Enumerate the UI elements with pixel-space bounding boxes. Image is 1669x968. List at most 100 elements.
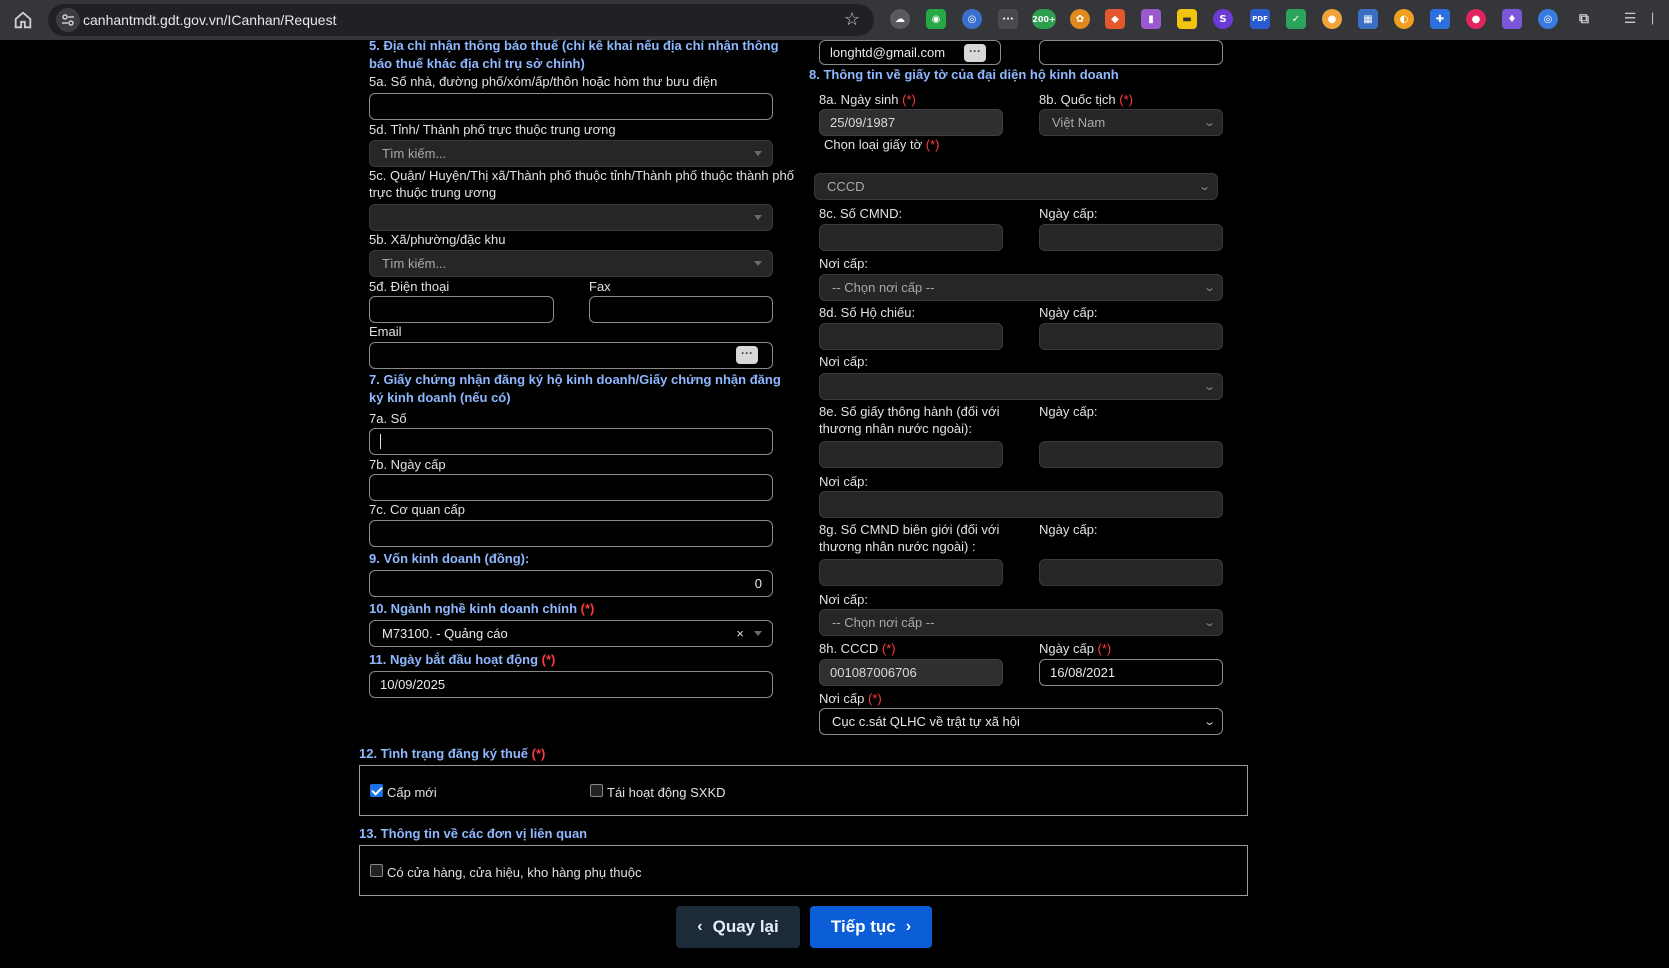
- notes-extension-icon[interactable]: ▬: [1177, 9, 1197, 29]
- cookie-extension-icon[interactable]: ✿: [1070, 9, 1090, 29]
- input-email-right[interactable]: longhtd@gmail.com ···: [819, 40, 1001, 65]
- select-main-industry[interactable]: M73100. - Quảng cáo ×: [369, 620, 773, 647]
- bottle-extension-icon[interactable]: ●: [1322, 9, 1342, 29]
- required-mark: (*): [868, 691, 882, 706]
- address-bar[interactable]: canhantmdt.gdt.gov.vn/ICanhan/Request ☆: [48, 4, 874, 36]
- input-start-date[interactable]: 10/09/2025: [369, 671, 773, 698]
- section-7-title: 7. Giấy chứng nhận đăng ký hộ kinh doanh…: [369, 372, 781, 405]
- badge-extension-icon[interactable]: 200+: [1032, 9, 1056, 29]
- cloud-extension-icon[interactable]: ☁: [890, 9, 910, 29]
- record-extension-icon[interactable]: ◉: [926, 9, 946, 29]
- required-mark: (*): [1119, 92, 1133, 107]
- input-phone[interactable]: [369, 296, 554, 323]
- select-5d-province[interactable]: Tìm kiếm...: [369, 140, 773, 167]
- puzzle-blue-extension-icon[interactable]: ✚: [1430, 9, 1450, 29]
- label-passport: 8d. Số Hộ chiếu:: [819, 305, 916, 320]
- new-registration-label: Cấp mới: [387, 785, 437, 800]
- input-email[interactable]: ···: [369, 342, 773, 369]
- reading-list-icon[interactable]: ☰: [1620, 9, 1640, 29]
- site-settings-icon[interactable]: [56, 8, 80, 32]
- place-placeholder: -- Chọn nơi cấp --: [832, 280, 935, 295]
- checkbox-new-registration[interactable]: [370, 784, 383, 797]
- select-5c-district[interactable]: [369, 204, 773, 231]
- label-7a: 7a. Số: [369, 411, 407, 426]
- input-cmnd[interactable]: [819, 224, 1003, 251]
- cccd-date-text: Ngày cấp: [1039, 641, 1094, 656]
- input-dob[interactable]: 25/09/1987: [819, 109, 1003, 136]
- label-8g-place: Nơi cấp:: [819, 592, 868, 607]
- next-button[interactable]: Tiếp tục ›: [810, 906, 932, 948]
- crystal-extension-icon[interactable]: ♦: [1502, 9, 1522, 29]
- back-button[interactable]: ‹ Quay lại: [676, 906, 800, 948]
- label-passport-date: Ngày cấp:: [1039, 305, 1098, 320]
- more-dots-extension-icon[interactable]: ···: [998, 9, 1018, 29]
- select-8g-place[interactable]: -- Chọn nơi cấp -- ⌄: [819, 609, 1223, 636]
- chevron-down-icon: ⌄: [1202, 381, 1216, 393]
- pink-extension-icon[interactable]: ●: [1466, 9, 1486, 29]
- select-passport-place[interactable]: ⌄: [819, 373, 1223, 400]
- label-email: Email: [369, 324, 402, 339]
- browser-toolbar: canhantmdt.gdt.gov.vn/ICanhan/Request ☆ …: [0, 0, 1669, 40]
- text-cursor: [380, 434, 381, 449]
- label-5a: 5a. Số nhà, đường phố/xóm/ấp/thôn hoặc h…: [369, 74, 718, 89]
- search-extension-icon[interactable]: ◎: [1538, 9, 1558, 29]
- extensions-puzzle-icon[interactable]: ⧉: [1574, 9, 1594, 29]
- input-fax[interactable]: [589, 296, 773, 323]
- autofill-dots-icon[interactable]: ···: [736, 346, 758, 364]
- select-cccd-place[interactable]: Cục c.sát QLHC về trật tự xã hội ⌄: [819, 708, 1223, 735]
- email-value: longhtd@gmail.com: [830, 45, 946, 60]
- input-right-top[interactable]: [1039, 40, 1223, 65]
- input-8e-place[interactable]: [819, 491, 1223, 518]
- input-7a-number[interactable]: [369, 428, 773, 455]
- input-capital[interactable]: 0: [369, 570, 773, 597]
- chevron-left-icon: ‹: [697, 918, 703, 935]
- caret-down-icon: [754, 261, 762, 266]
- label-5b-ward: 5b. Xã/phường/đặc khu: [369, 232, 506, 247]
- shield-extension-icon[interactable]: ✓: [1286, 9, 1306, 29]
- label-8e: 8e. Số giấy thông hành (đối với thương n…: [819, 404, 1000, 436]
- calendar-extension-icon[interactable]: ▦: [1358, 9, 1378, 29]
- section-12-title: 12. Tình trạng đăng ký thuế (*): [359, 745, 545, 763]
- select-doc-type[interactable]: CCCD ⌄: [814, 173, 1218, 200]
- caret-down-icon: [754, 151, 762, 156]
- input-passport[interactable]: [819, 323, 1003, 350]
- clear-x-icon[interactable]: ×: [736, 626, 744, 641]
- select-cmnd-place[interactable]: -- Chọn nơi cấp -- ⌄: [819, 274, 1223, 301]
- checkbox-stores[interactable]: [370, 864, 383, 877]
- select-placeholder: Tìm kiếm...: [382, 256, 447, 271]
- input-8e[interactable]: [819, 441, 1003, 468]
- gradient-extension-icon[interactable]: ▮: [1141, 9, 1161, 29]
- input-8g[interactable]: [819, 559, 1003, 586]
- select-nationality[interactable]: Việt Nam ⌄: [1039, 109, 1223, 136]
- autofill-dots-icon[interactable]: ···: [964, 44, 986, 62]
- caret-down-icon: [754, 215, 762, 220]
- section-10-text: 10. Ngành nghề kinh doanh chính: [369, 601, 578, 616]
- input-5a-address[interactable]: [369, 93, 773, 120]
- input-passport-date[interactable]: [1039, 323, 1223, 350]
- input-cccd[interactable]: 001087006706: [819, 659, 1003, 686]
- headset-extension-icon[interactable]: ◎: [962, 9, 982, 29]
- profile-icon[interactable]: ▏: [1646, 9, 1666, 29]
- input-7b-date[interactable]: [369, 474, 773, 501]
- form-page: 5. Địa chỉ nhận thông báo thuế (chỉ kê k…: [0, 38, 1669, 968]
- select-placeholder: Tìm kiếm...: [382, 146, 447, 161]
- input-8e-date[interactable]: [1039, 441, 1223, 468]
- home-icon[interactable]: [12, 9, 34, 31]
- label-7b: 7b. Ngày cấp: [369, 457, 446, 472]
- s-extension-icon[interactable]: S: [1213, 9, 1233, 29]
- fox-extension-icon[interactable]: ◆: [1105, 9, 1125, 29]
- checkbox-reactivate[interactable]: [590, 784, 603, 797]
- label-8g: 8g. Số CMND biên giới (đối với thương nh…: [819, 522, 1000, 554]
- input-7c-authority[interactable]: [369, 520, 773, 547]
- moon-extension-icon[interactable]: ◐: [1394, 9, 1414, 29]
- select-5b-ward[interactable]: Tìm kiếm...: [369, 250, 773, 277]
- input-cccd-date[interactable]: 16/08/2021: [1039, 659, 1223, 686]
- input-cmnd-date[interactable]: [1039, 224, 1223, 251]
- required-mark: (*): [925, 137, 940, 152]
- url-text[interactable]: canhantmdt.gdt.gov.vn/ICanhan/Request: [83, 12, 336, 28]
- nationality-text: 8b. Quốc tịch: [1039, 92, 1116, 107]
- bookmark-star-icon[interactable]: ☆: [844, 9, 860, 30]
- input-8g-date[interactable]: [1039, 559, 1223, 586]
- pdf-extension-icon[interactable]: PDF: [1250, 9, 1270, 29]
- doc-type-text: Chọn loại giấy tờ: [824, 137, 923, 152]
